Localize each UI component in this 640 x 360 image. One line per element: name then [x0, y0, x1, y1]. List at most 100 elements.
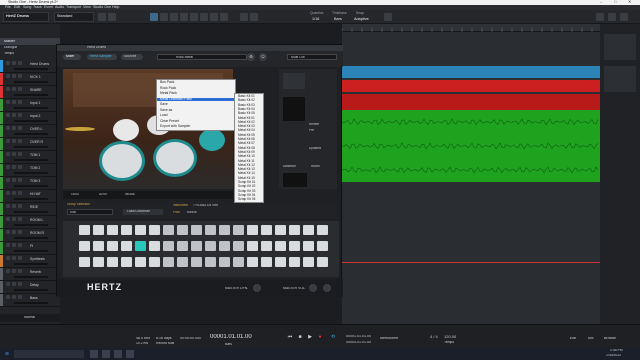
track-row[interactable]: KICK 1 [0, 73, 60, 86]
rewind-icon[interactable]: ⏮ [286, 334, 294, 342]
drum-pad[interactable] [247, 225, 258, 235]
eraser-tool-icon[interactable] [180, 13, 188, 21]
solo-button[interactable] [12, 113, 16, 117]
track-fader[interactable] [14, 224, 48, 226]
track-row[interactable]: OVER R [0, 138, 60, 151]
track-row[interactable]: Bass [0, 294, 60, 307]
drum-pad[interactable] [191, 225, 202, 235]
tab-mixer[interactable]: Mixer [63, 54, 81, 60]
drum-pad[interactable] [317, 225, 328, 235]
menu-item[interactable]: Metal Unlimited Pack [157, 97, 235, 102]
arrange-view[interactable] [341, 24, 600, 324]
pitch-value[interactable]: 50/50s [187, 211, 197, 215]
track-fader[interactable] [14, 185, 48, 187]
listen-tool-icon[interactable] [220, 13, 228, 21]
drum-pad[interactable] [261, 241, 272, 251]
mute-button[interactable] [6, 204, 10, 208]
loop-start[interactable]: 00001.01.01.00 [346, 335, 371, 339]
browser-tile[interactable] [604, 34, 636, 60]
split-tool-icon[interactable] [170, 13, 178, 21]
preset-selector[interactable]: Standard [54, 12, 94, 22]
mute-button[interactable] [6, 165, 10, 169]
drum-pad[interactable] [149, 225, 160, 235]
drum-pad[interactable] [275, 257, 286, 267]
record-arm-button[interactable] [18, 100, 22, 104]
track-fader[interactable] [14, 146, 48, 148]
drum-pad[interactable] [275, 241, 286, 251]
solo-button[interactable] [12, 126, 16, 130]
record-arm-button[interactable] [18, 87, 22, 91]
tempo-value[interactable]: 120.00 [444, 335, 456, 339]
drum-pad[interactable] [107, 257, 118, 267]
track-fader[interactable] [14, 211, 48, 213]
mute-button[interactable] [6, 295, 10, 299]
clip-hertz-drums[interactable] [342, 66, 600, 78]
drum-pad[interactable] [205, 257, 216, 267]
track-fader[interactable] [14, 198, 48, 200]
solo-button[interactable] [12, 230, 16, 234]
track-fader[interactable] [14, 263, 48, 265]
drum-pad[interactable] [219, 257, 230, 267]
mute-button[interactable] [6, 61, 10, 65]
track-row[interactable]: Delay [0, 281, 60, 294]
drum-pad[interactable] [233, 241, 244, 251]
solo-button[interactable] [12, 178, 16, 182]
solo-button[interactable] [12, 100, 16, 104]
drum-pad[interactable] [191, 257, 202, 267]
track-fader[interactable] [14, 68, 48, 70]
browser-tile-2[interactable] [604, 66, 636, 92]
menu-audio[interactable]: Audio [55, 5, 64, 10]
record-arm-button[interactable] [18, 230, 22, 234]
mute-button[interactable] [6, 191, 10, 195]
solo-button[interactable] [12, 61, 16, 65]
clip-kick[interactable] [342, 80, 600, 92]
time-signature[interactable]: 4 / 4 [430, 335, 438, 339]
menu-view[interactable]: View [83, 5, 91, 10]
solo-button[interactable] [12, 217, 16, 221]
timeline-ruler[interactable] [341, 24, 600, 32]
record-arm-button[interactable] [18, 217, 22, 221]
drum-pad[interactable] [317, 257, 328, 267]
record-arm-button[interactable] [18, 74, 22, 78]
browser-toggle-icon[interactable] [608, 13, 616, 21]
snap-value[interactable]: Adaptive [354, 17, 369, 21]
solo-button[interactable] [12, 74, 16, 78]
record-arm-button[interactable] [18, 204, 22, 208]
range-tool-icon[interactable] [160, 13, 168, 21]
track-fader[interactable] [14, 276, 48, 278]
drum-pad[interactable] [275, 225, 286, 235]
drum-pad[interactable] [303, 257, 314, 267]
drum-pad[interactable] [219, 225, 230, 235]
mute-button[interactable] [6, 217, 10, 221]
knob-panel[interactable] [283, 73, 305, 89]
mute-button[interactable] [6, 230, 10, 234]
floor-tom[interactable] [199, 129, 225, 151]
taskbar-app-1[interactable] [90, 350, 98, 358]
metronome-label[interactable]: Metronome [380, 337, 398, 341]
track-fader[interactable] [14, 159, 48, 161]
drum-pad[interactable] [289, 257, 300, 267]
minimize-icon[interactable]: – [600, 0, 602, 4]
menu-event[interactable]: Event [44, 5, 53, 10]
drum-pad[interactable] [135, 257, 146, 267]
track-row[interactable]: Input 1 [0, 99, 60, 112]
track-row[interactable]: Input 2 [0, 112, 60, 125]
drum-pad[interactable] [191, 241, 202, 251]
drum-pad[interactable] [79, 257, 90, 267]
drum-pad[interactable] [289, 241, 300, 251]
solo-button[interactable] [12, 87, 16, 91]
solo-button[interactable] [12, 269, 16, 273]
drum-pad[interactable] [93, 241, 104, 251]
drum-pad[interactable] [177, 225, 188, 235]
record-arm-button[interactable] [18, 152, 22, 156]
menu-item[interactable]: Rock Pack [160, 86, 176, 91]
mute-button[interactable] [6, 152, 10, 156]
drum-pad[interactable] [317, 241, 328, 251]
snap-toggle-icon[interactable] [384, 13, 392, 21]
solo-button[interactable] [12, 282, 16, 286]
track-fader[interactable] [14, 120, 48, 122]
track-row[interactable]: Reverb [0, 268, 60, 281]
track-fader[interactable] [14, 289, 48, 291]
drum-pad[interactable] [79, 225, 90, 235]
track-row[interactable]: HI HAT [0, 190, 60, 203]
